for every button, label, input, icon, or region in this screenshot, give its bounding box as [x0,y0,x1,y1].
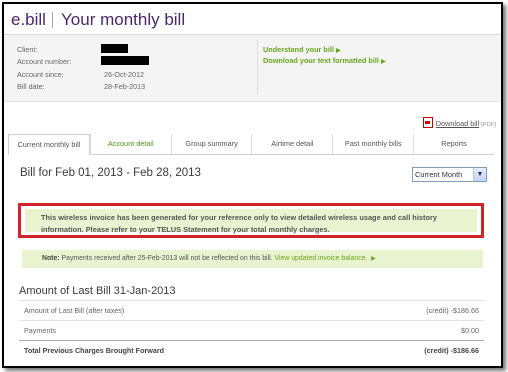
table-row: Payments $0.00 [19,320,484,340]
updated-balance-link[interactable]: View updated invoice balance. ▶ [274,255,375,262]
pdf-icon [422,117,433,128]
row-label: Amount of Last Bill (after taxes) [24,306,125,315]
wireless-invoice-notice: This wireless invoice has been generated… [25,209,477,234]
download-bill[interactable]: Download bill [PDF] [422,117,496,128]
row-label: Total Previous Charges Brought Forward [24,346,165,355]
period-select-value: Current Month [415,170,463,179]
arrow-right-icon: ▶ [335,48,341,54]
account-info-panel: Client: Account number: Account since: 2… [4,35,501,102]
client-redacted [101,44,128,53]
tab-airtime-detail[interactable]: Airtime detail [251,134,332,154]
download-text-bill-link[interactable]: Download your text formatted bill ▶ [263,56,386,65]
tab-current-monthly-bill[interactable]: Current monthly bill [8,134,90,155]
bill-period-heading: Bill for Feb 01, 2013 - Feb 28, 2013 [20,167,201,179]
download-text-bill-label: Download your text formatted bill [263,56,379,65]
pdf-tag: [PDF] [481,122,496,128]
info-divider [257,40,258,95]
bill-tabs: Current monthly bill Account detail Grou… [8,134,494,155]
payment-note: Note: Payments received after 25-Feb-201… [22,250,483,268]
tab-reports[interactable]: Reports [413,134,494,154]
tab-account-detail[interactable]: Account detail [89,134,171,154]
notice-highlight-box: This wireless invoice has been generated… [18,203,484,238]
understand-bill-link[interactable]: Understand your bill ▶ [263,45,341,54]
table-row: Amount of Last Bill (after taxes) (credi… [19,300,484,320]
client-label: Client: [17,45,38,54]
section-title: Amount of Last Bill 31-Jan-2013 [19,285,176,297]
row-value: (credit) -$186.66 [424,346,479,355]
download-bill-link[interactable]: Download bill [436,119,479,128]
bill-window: e.bill Your monthly bill Client: Account… [2,2,503,368]
account-since-label: Account since: [17,70,64,79]
period-select[interactable]: Current Month ▼ [412,167,487,182]
chevron-down-icon[interactable]: ▼ [473,168,486,181]
bill-date-label: Bill date: [17,82,45,91]
tab-group-summary[interactable]: Group summary [170,134,252,154]
account-number-redacted [101,56,149,65]
understand-bill-label: Understand your bill [263,45,334,54]
account-number-label: Account number: [17,57,72,66]
page-title: Your monthly bill [61,10,186,29]
updated-balance-label: View updated invoice balance. [274,255,368,262]
bill-date-value: 28-Feb-2013 [104,82,146,91]
row-value: (credit) -$186.66 [426,306,479,315]
amount-table: Amount of Last Bill (after taxes) (credi… [19,300,484,360]
arrow-right-icon: ▶ [369,256,376,262]
note-label: Note: [42,255,60,262]
note-text: Payments received after 25-Feb-2013 will… [59,255,275,262]
brand-logo: e.bill [11,10,46,29]
arrow-right-icon: ▶ [380,59,386,65]
table-row-total: Total Previous Charges Brought Forward (… [19,340,484,360]
row-label: Payments [24,326,56,335]
account-since-value: 26-Oct-2012 [104,70,144,79]
row-value: $0.00 [461,326,479,335]
tab-past-monthly-bills[interactable]: Past monthly bills [332,134,413,154]
page-header: e.bill Your monthly bill [4,4,501,35]
header-divider [52,12,53,28]
